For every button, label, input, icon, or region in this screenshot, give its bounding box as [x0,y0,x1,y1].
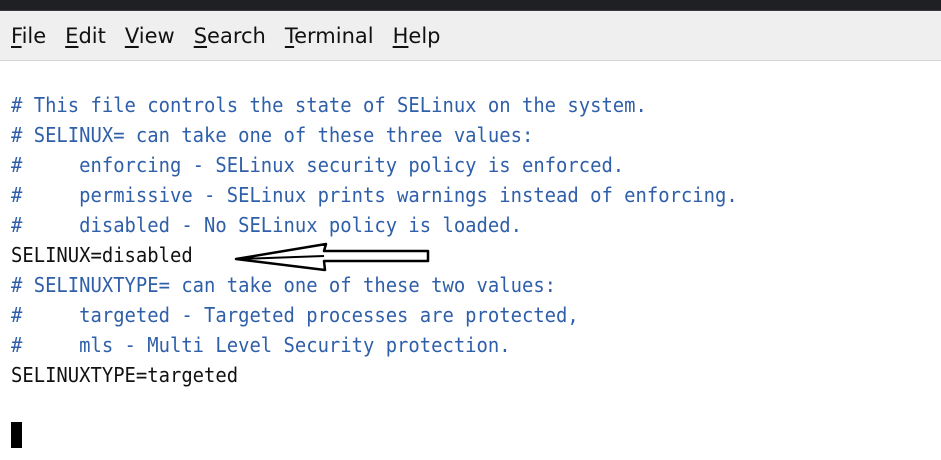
terminal-line: # permissive - SELinux prints warnings i… [11,183,738,207]
menu-terminal-label: erminal [294,23,374,48]
terminal-line: # This file controls the state of SELinu… [11,93,647,117]
menu-edit[interactable]: Edit [65,24,106,48]
menu-search-mnemonic: S [193,23,208,48]
menu-file-label: ile [21,23,47,48]
menu-file-mnemonic: F [11,23,22,48]
menu-search[interactable]: Search [194,24,266,48]
menu-edit-label: dit [78,23,106,48]
menu-help-mnemonic: H [392,23,409,48]
menu-edit-mnemonic: E [65,23,79,48]
menu-terminal-mnemonic: T [284,23,295,48]
terminal-line: # disabled - No SELinux policy is loaded… [11,213,522,237]
text-cursor [11,422,22,448]
menu-view[interactable]: View [125,24,175,48]
menu-help-label: elp [408,23,441,48]
menu-terminal[interactable]: Terminal [285,24,374,48]
menu-search-label: earch [207,23,266,48]
selinuxtype-setting-line: SELINUXTYPE=targeted [11,363,239,387]
menu-file[interactable]: File [11,24,46,48]
menu-help[interactable]: Help [393,24,441,48]
terminal-line: # SELINUXTYPE= can take one of these two… [11,273,557,297]
terminal-content-area[interactable]: # This file controls the state of SELinu… [0,62,941,460]
left-arrow-annotation-icon [234,242,430,272]
menu-view-mnemonic: V [124,23,139,48]
terminal-line: # mls - Multi Level Security protection. [11,333,511,357]
selinux-setting-line: SELINUX=disabled [11,243,193,267]
title-bar [0,0,941,11]
menu-bar: File Edit View Search Terminal Help [0,11,941,61]
terminal-line: # SELINUX= can take one of these three v… [11,123,534,147]
terminal-window: File Edit View Search Terminal Help # Th… [0,0,941,460]
menu-view-label: iew [138,23,175,48]
terminal-line: # targeted - Targeted processes are prot… [11,303,579,327]
terminal-line: # enforcing - SELinux security policy is… [11,153,625,177]
